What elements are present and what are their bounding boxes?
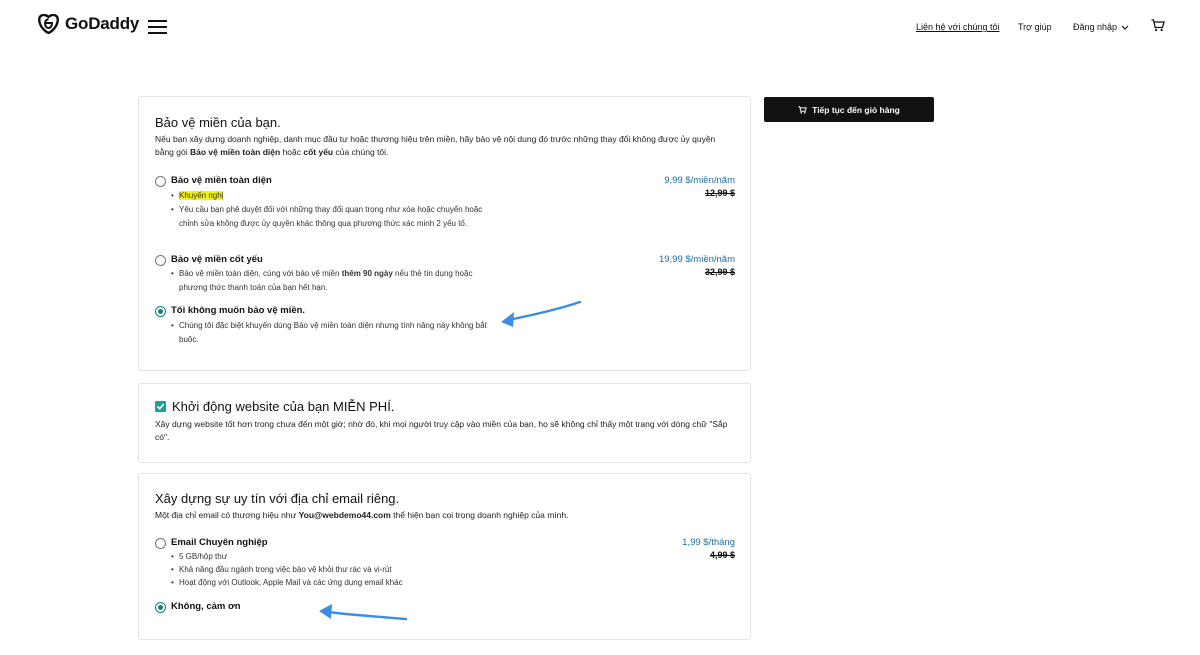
domain-protection-title: Bảo vệ miền của bạn.	[155, 115, 281, 130]
cart-icon	[798, 105, 807, 114]
website-title: Khởi động website của bạn MIỄN PHÍ.	[172, 399, 395, 414]
option-bullet: Bảo vệ miền toàn diện, cùng với bảo vệ m…	[171, 267, 499, 294]
option-old-price: 4,99 $	[709, 550, 735, 560]
option-bullet: 5 GB/hộp thư	[171, 550, 499, 564]
continue-to-cart-button[interactable]: Tiếp tục đến giỏ hàng	[764, 97, 934, 122]
recommended-badge: Khuyến nghị	[179, 191, 224, 200]
option-full-protection[interactable]: Bảo vệ miền toàn diện Khuyến nghị Yêu cầ…	[155, 175, 735, 246]
email-description: Một địa chỉ email có thương hiệu như You…	[155, 510, 569, 520]
option-title: Không, cảm ơn	[171, 601, 241, 612]
option-no-protection[interactable]: Tôi không muốn bảo vệ miền. Chúng tôi đặ…	[155, 305, 735, 346]
option-old-price: 32,99 $	[704, 267, 735, 277]
logo-text: GoDaddy	[65, 14, 140, 33]
website-checkbox[interactable]	[155, 401, 166, 412]
option-price: 9,99 $/miền/năm	[664, 175, 735, 186]
domain-protection-card: Bảo vệ miền của bạn. Nếu bạn xây dựng do…	[138, 96, 751, 371]
radio-no-protection[interactable]	[155, 306, 166, 317]
login-dropdown[interactable]: Đăng nhập	[1073, 22, 1129, 32]
annotation-arrow-icon	[501, 300, 582, 327]
godaddy-logo[interactable]: GoDaddy	[38, 14, 139, 34]
continue-to-cart-label: Tiếp tục đến giỏ hàng	[812, 104, 900, 115]
radio-full-protection[interactable]	[155, 176, 166, 187]
option-bullet: Khả năng đầu ngành trong việc bảo vệ khỏ…	[171, 563, 499, 577]
website-description: Xây dựng website tốt hơn trong chưa đến …	[155, 419, 728, 442]
godaddy-logo-icon	[38, 14, 59, 34]
option-title: Bảo vệ miền cốt yếu	[171, 254, 263, 265]
option-bullet: Yêu cầu bạn phê duyệt đối với những thay…	[171, 203, 499, 230]
radio-professional-email[interactable]	[155, 538, 166, 549]
option-title: Bảo vệ miền toàn diện	[171, 175, 272, 186]
option-bullet: Chúng tôi đặc biệt khuyến dùng Bảo vệ mi…	[171, 319, 499, 346]
recommended-badge-item: Khuyến nghị	[171, 189, 499, 203]
annotation-arrow-icon	[319, 604, 408, 621]
option-essential-protection[interactable]: Bảo vệ miền cốt yếu Bảo vệ miền toàn diệ…	[155, 254, 735, 295]
domain-protection-description: Nếu bạn xây dựng doanh nghiệp, danh mục …	[155, 134, 716, 157]
option-no-thanks[interactable]: Không, cảm ơn	[155, 601, 735, 616]
option-title: Tôi không muốn bảo vệ miền.	[171, 305, 306, 316]
radio-no-thanks[interactable]	[155, 602, 166, 613]
option-price: 1,99 $/tháng	[682, 537, 735, 548]
email-title: Xây dựng sự uy tín với địa chỉ email riê…	[155, 491, 400, 506]
chevron-down-icon	[1121, 25, 1129, 30]
contact-us-link[interactable]: Liên hệ với chúng tôi	[916, 22, 999, 32]
option-title: Email Chuyên nghiệp	[171, 537, 268, 548]
hamburger-menu-icon[interactable]	[148, 20, 167, 34]
option-bullet: Hoạt động với Outlook, Apple Mail và các…	[171, 576, 499, 590]
help-link[interactable]: Trợ giúp	[1018, 22, 1052, 32]
cart-icon[interactable]	[1151, 19, 1165, 32]
login-label: Đăng nhập	[1073, 22, 1118, 32]
email-card: Xây dựng sự uy tín với địa chỉ email riê…	[138, 473, 751, 640]
checkmark-icon	[156, 403, 165, 410]
option-professional-email[interactable]: Email Chuyên nghiệp 5 GB/hộp thư Khả năn…	[155, 537, 735, 593]
site-header: GoDaddy Liên hệ với chúng tôi Trợ giúp Đ…	[0, 0, 1200, 54]
website-card: Khởi động website của bạn MIỄN PHÍ. Xây …	[138, 383, 751, 463]
option-old-price: 12,99 $	[704, 188, 735, 198]
radio-essential-protection[interactable]	[155, 255, 166, 266]
option-price: 19,99 $/miền/năm	[658, 254, 735, 265]
